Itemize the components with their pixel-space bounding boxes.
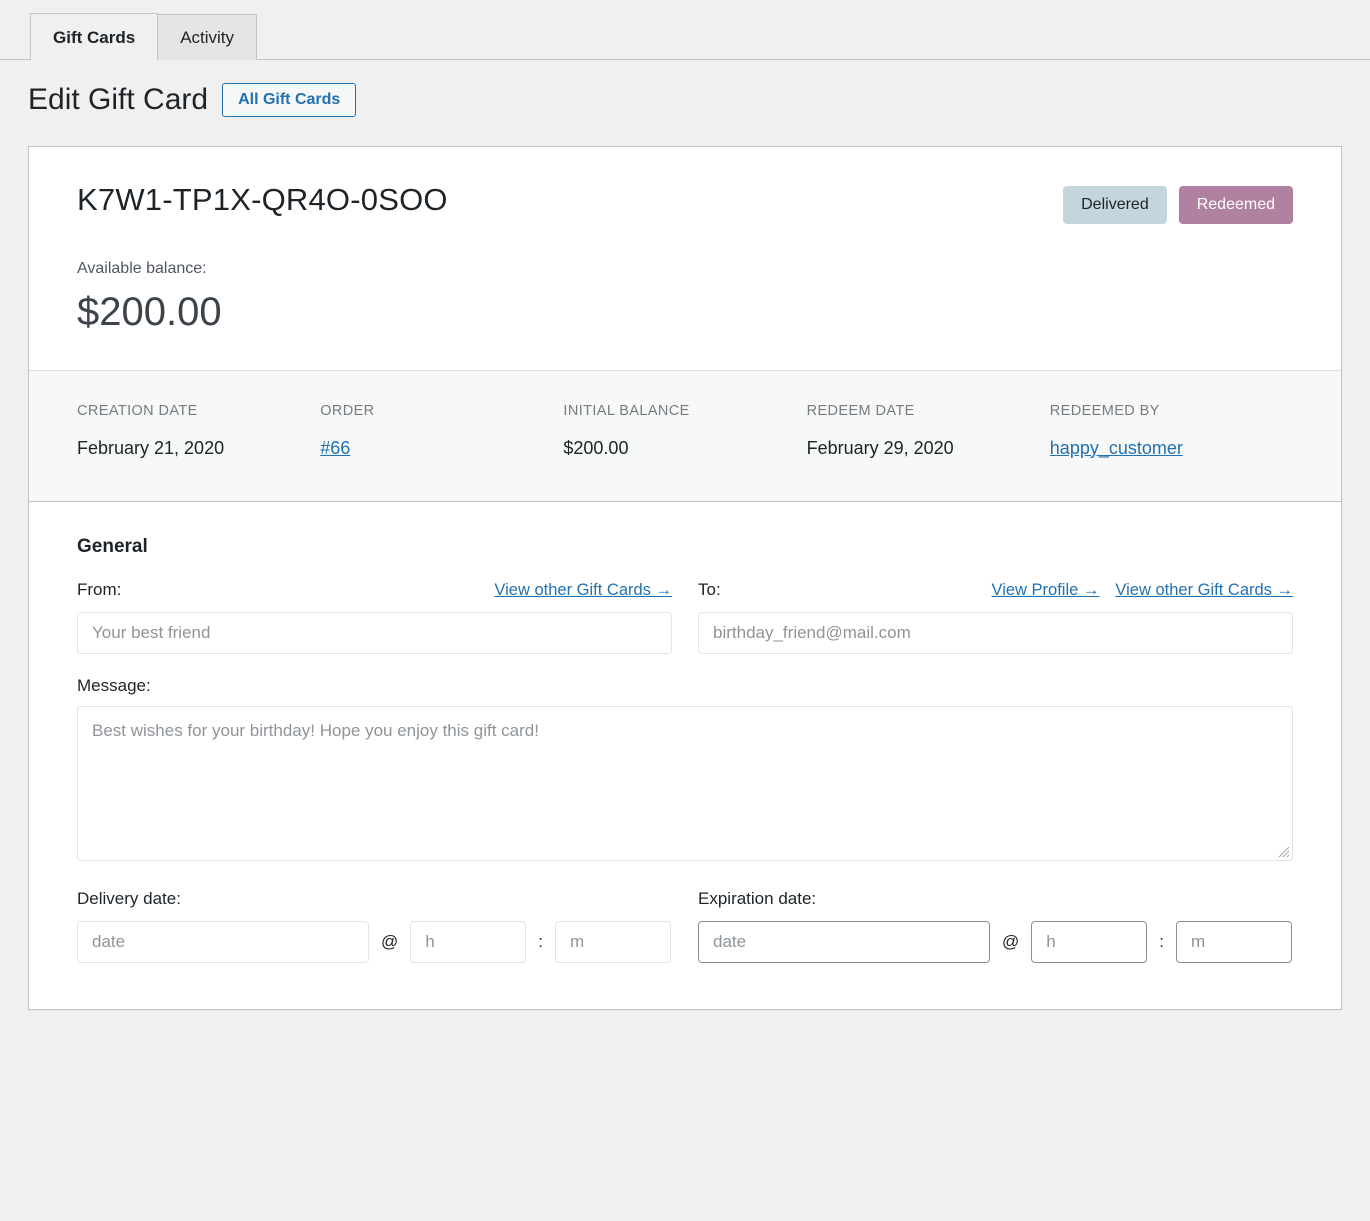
all-gift-cards-button[interactable]: All Gift Cards (222, 82, 357, 118)
delivery-hour-input[interactable] (410, 921, 527, 964)
to-view-other-gift-cards-link[interactable]: View other Gift Cards → (1115, 581, 1293, 600)
gift-card-code: K7W1-TP1X-QR4O-0SOO (77, 182, 448, 217)
to-field-head: To: View Profile → View other Gift Cards… (698, 580, 1293, 602)
expiration-date-fields: @ : (698, 921, 1293, 964)
dates-row: Delivery date: @ : Expiration date: @ : (77, 889, 1293, 964)
meta-value: happy_customer (1050, 437, 1210, 460)
meta-label: ORDER (320, 402, 375, 419)
expiration-date-input[interactable] (698, 921, 990, 964)
view-profile-link[interactable]: View Profile → (992, 581, 1100, 600)
delivery-minute-input[interactable] (555, 921, 671, 964)
delivery-at-symbol: @ (381, 932, 399, 952)
meta-value: #66 (320, 437, 480, 460)
general-section: General From: View other Gift Cards → To… (29, 502, 1341, 1009)
page-header: Edit Gift Card All Gift Cards (0, 60, 1370, 118)
gift-card-panel: K7W1-TP1X-QR4O-0SOO Delivered Redeemed A… (28, 146, 1342, 1011)
from-to-row: From: View other Gift Cards → To: View P… (77, 580, 1293, 655)
tab-activity-label: Activity (180, 28, 235, 47)
tab-bar: Gift Cards Activity (0, 0, 1370, 61)
delivery-time-separator: : (538, 932, 543, 952)
from-input[interactable] (77, 612, 672, 655)
meta-label: REDEEMED BY (1049, 402, 1160, 419)
delivery-date-fields: @ : (77, 921, 672, 964)
order-link[interactable]: #66 (320, 438, 350, 458)
from-view-other-gift-cards-link[interactable]: View other Gift Cards → (494, 581, 672, 600)
meta-column-order: ORDER #66 (320, 403, 563, 460)
page-title: Edit Gift Card (28, 83, 209, 116)
from-links: View other Gift Cards → (494, 581, 672, 600)
code-and-status-row: K7W1-TP1X-QR4O-0SOO Delivered Redeemed (77, 182, 1293, 224)
meta-value: February 21, 2020 (77, 437, 225, 458)
delivery-date-group: Delivery date: @ : (77, 889, 672, 964)
tab-activity[interactable]: Activity (157, 14, 258, 60)
gift-card-meta-strip: CREATION DATE February 21, 2020 ORDER #6… (29, 370, 1341, 503)
available-balance-label: Available balance: (77, 259, 207, 277)
meta-column-creation-date: CREATION DATE February 21, 2020 (77, 403, 320, 460)
from-field-head: From: View other Gift Cards → (77, 580, 672, 602)
expiration-at-symbol: @ (1002, 932, 1020, 952)
expiration-time-separator: : (1159, 932, 1164, 952)
tab-gift-cards[interactable]: Gift Cards (30, 13, 159, 61)
available-balance-value: $200.00 (77, 289, 222, 334)
general-section-title: General (77, 536, 148, 558)
meta-column-redeem-date: REDEEM DATE February 29, 2020 (807, 403, 1050, 460)
meta-column-redeemed-by: REDEEMED BY happy_customer (1050, 403, 1293, 460)
meta-column-initial-balance: INITIAL BALANCE $200.00 (563, 403, 806, 460)
to-label: To: (698, 580, 721, 600)
status-badges: Delivered Redeemed (1063, 183, 1293, 224)
gift-card-summary: K7W1-TP1X-QR4O-0SOO Delivered Redeemed A… (29, 147, 1341, 371)
to-field-group: To: View Profile → View other Gift Cards… (698, 580, 1293, 655)
tab-gift-cards-label: Gift Cards (53, 27, 136, 47)
expiration-hour-input[interactable] (1031, 921, 1148, 964)
meta-label: REDEEM DATE (806, 402, 915, 419)
meta-value: $200.00 (563, 437, 629, 458)
from-label: From: (77, 580, 122, 600)
expiration-date-label: Expiration date: (698, 889, 817, 909)
expiration-minute-input[interactable] (1176, 921, 1292, 964)
message-label: Message: (77, 676, 151, 696)
delivery-date-input[interactable] (77, 921, 369, 964)
status-badge-delivered[interactable]: Delivered (1063, 186, 1167, 224)
meta-label: CREATION DATE (77, 402, 198, 419)
redeemed-by-link[interactable]: happy_customer (1050, 438, 1183, 458)
to-input[interactable] (698, 612, 1293, 655)
message-area (77, 706, 1293, 862)
from-field-group: From: View other Gift Cards → (77, 580, 672, 655)
expiration-date-group: Expiration date: @ : (698, 889, 1293, 964)
delivery-date-label: Delivery date: (77, 889, 181, 909)
meta-label: INITIAL BALANCE (563, 402, 690, 419)
status-badge-redeemed[interactable]: Redeemed (1178, 186, 1293, 224)
to-links: View Profile → View other Gift Cards → (992, 581, 1294, 600)
meta-value: February 29, 2020 (806, 437, 954, 458)
message-textarea[interactable] (77, 706, 1293, 862)
